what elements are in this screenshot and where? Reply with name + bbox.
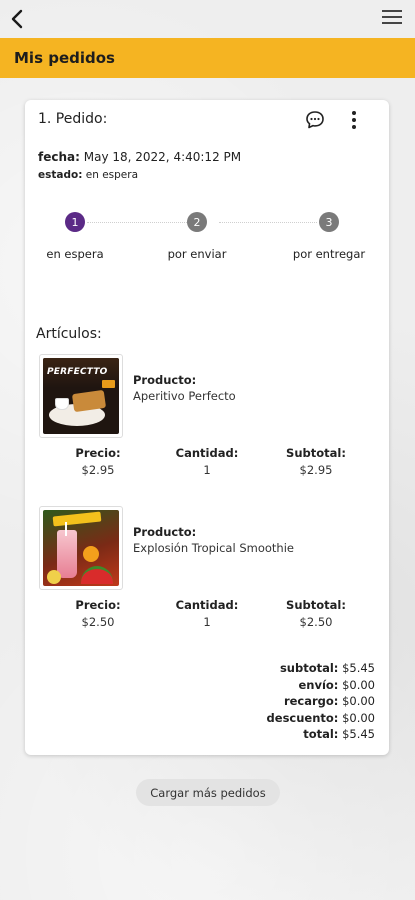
subtotal-value: $2.50	[299, 615, 333, 629]
subtotal-label: Subtotal:	[286, 446, 346, 460]
header-band: Mis pedidos	[0, 38, 415, 78]
product-image[interactable]	[39, 506, 123, 590]
subtotal-label: Subtotal:	[286, 598, 346, 612]
product-name: Aperitivo Perfecto	[133, 389, 236, 403]
date-label: fecha:	[38, 150, 80, 164]
totals-shipping-value: $0.00	[342, 677, 375, 692]
totals-subtotal-label: subtotal:	[279, 661, 339, 675]
step-2-dot: 2	[187, 212, 207, 232]
more-options-button[interactable]	[351, 110, 359, 130]
totals-total-row: total: $5.45	[267, 726, 375, 743]
step-3-label: por entregar	[292, 247, 366, 261]
chat-button[interactable]	[305, 110, 325, 130]
price-value: $2.95	[81, 463, 115, 477]
step-connector	[87, 222, 187, 223]
totals-discount-label: descuento:	[266, 710, 339, 725]
status-label: estado:	[38, 169, 83, 181]
totals-surcharge-value: $0.00	[342, 694, 375, 708]
menu-button[interactable]	[381, 9, 405, 29]
price-label: Precio:	[75, 446, 121, 460]
subtotal-value: $2.95	[299, 463, 333, 477]
step-1-label: en espera	[46, 247, 104, 261]
totals-surcharge-label: recargo:	[283, 694, 339, 708]
hamburger-menu-icon	[382, 10, 402, 24]
subtotal-column: Subtotal: $2.95	[276, 446, 356, 477]
order-card: 1. Pedido: fecha: May 18, 2022, 4:40:12 …	[25, 100, 389, 755]
step-1-dot: 1	[65, 212, 85, 232]
back-button[interactable]	[4, 6, 30, 32]
top-bar	[0, 0, 415, 38]
price-column: Precio: $2.50	[58, 598, 138, 629]
totals-subtotal-row: subtotal: $5.45	[267, 660, 375, 677]
totals-discount-value: $0.00	[342, 710, 375, 725]
more-vertical-icon	[352, 111, 356, 129]
chat-bubble-icon	[306, 111, 324, 129]
page-title: Mis pedidos	[14, 49, 115, 67]
date-value: May 18, 2022, 4:40:12 PM	[83, 150, 242, 164]
quantity-value: 1	[203, 615, 211, 629]
order-status: estado: en espera	[38, 169, 138, 181]
quantity-label: Cantidad:	[175, 446, 239, 460]
order-date: fecha: May 18, 2022, 4:40:12 PM	[38, 150, 241, 164]
totals-shipping-row: envío: $0.00	[267, 677, 375, 694]
product-image-text: PERFECTTO	[47, 367, 108, 377]
articles-heading: Artículos:	[36, 326, 102, 342]
price-column: Precio: $2.95	[58, 446, 138, 477]
totals-discount-row: descuento: $0.00	[267, 710, 375, 727]
step-3-dot: 3	[319, 212, 339, 232]
chevron-left-icon	[11, 9, 23, 29]
product-image[interactable]: PERFECTTO	[39, 354, 123, 438]
quantity-label: Cantidad:	[175, 598, 239, 612]
totals-surcharge-row: recargo: $0.00	[267, 693, 375, 710]
price-label: Precio:	[75, 598, 121, 612]
step-connector	[219, 222, 317, 223]
order-title: 1. Pedido:	[38, 111, 108, 127]
order-totals: subtotal: $5.45 envío: $0.00 recargo: $0…	[267, 660, 375, 743]
step-2-label: por enviar	[167, 247, 227, 261]
price-value: $2.50	[81, 615, 115, 629]
status-value: en espera	[85, 169, 139, 181]
product-name: Explosión Tropical Smoothie	[133, 541, 294, 555]
totals-total-value: $5.45	[342, 727, 375, 741]
totals-total-label: total:	[303, 727, 339, 741]
subtotal-column: Subtotal: $2.50	[276, 598, 356, 629]
product-label: Producto:	[133, 525, 197, 539]
load-more-button[interactable]: Cargar más pedidos	[136, 779, 280, 806]
totals-subtotal-value: $5.45	[342, 661, 375, 675]
product-label: Producto:	[133, 373, 197, 387]
quantity-column: Cantidad: 1	[167, 598, 247, 629]
totals-shipping-label: envío:	[298, 677, 339, 692]
quantity-value: 1	[203, 463, 211, 477]
order-progress-stepper: 1 2 3 en espera por enviar por entregar	[25, 210, 389, 270]
quantity-column: Cantidad: 1	[167, 446, 247, 477]
